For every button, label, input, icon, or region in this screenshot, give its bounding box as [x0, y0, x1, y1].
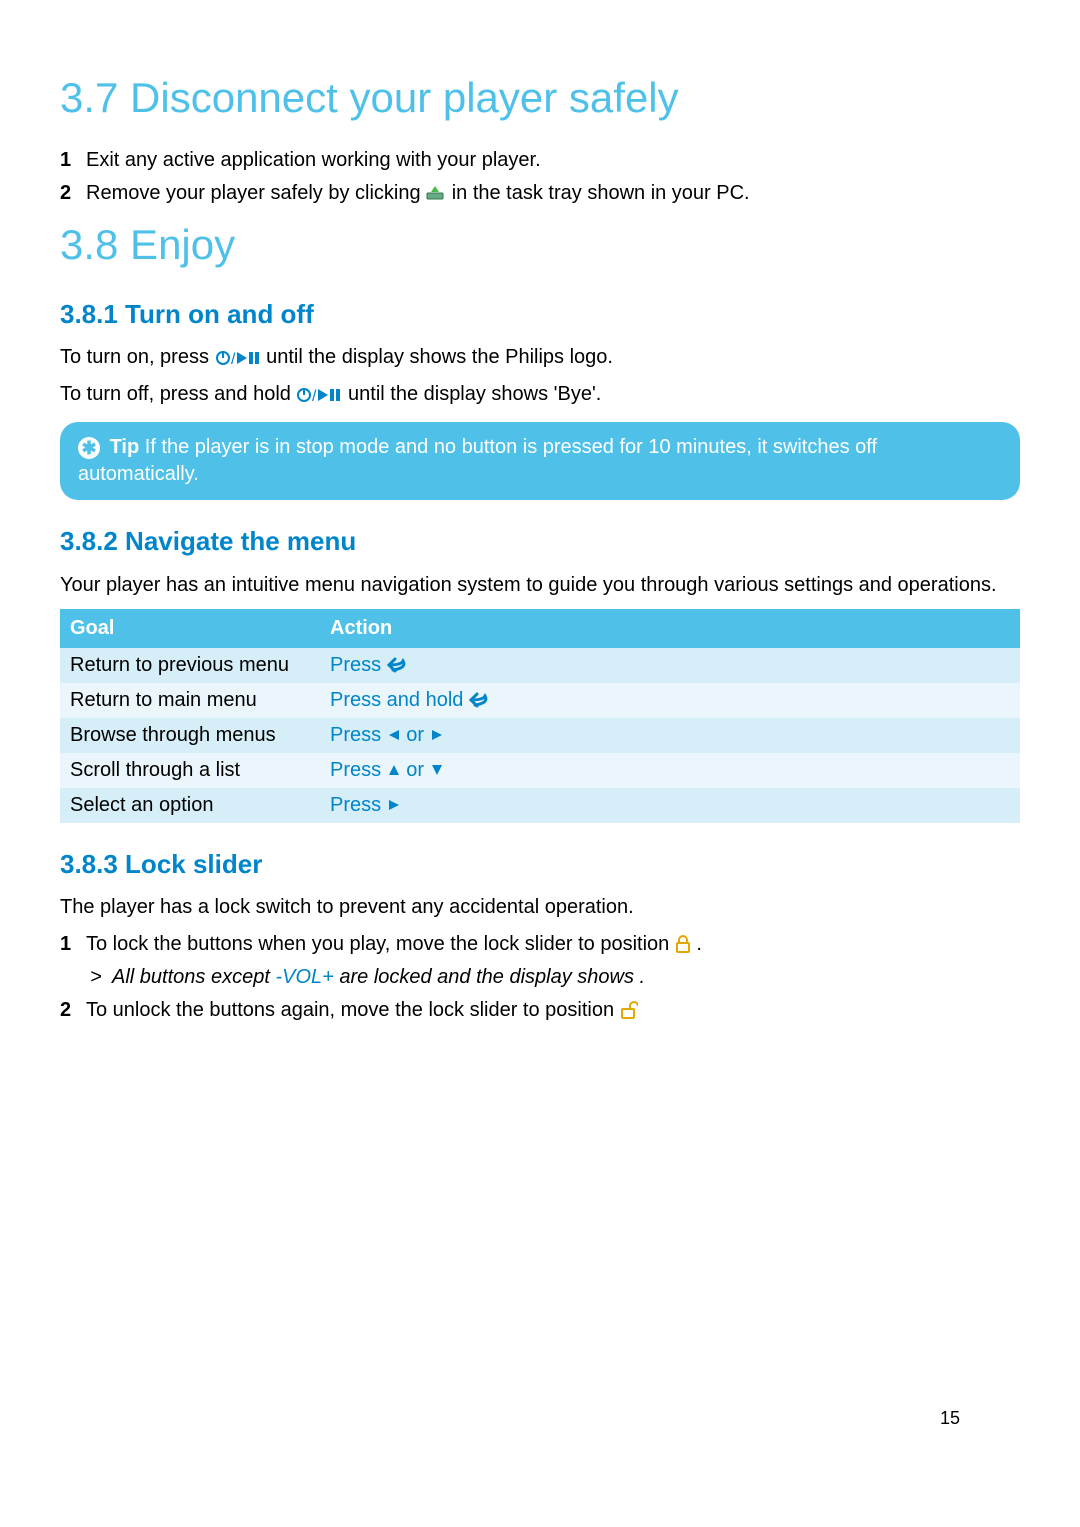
action-cell: Press and hold [320, 683, 1020, 718]
lock-closed-icon [675, 935, 691, 953]
remove-hardware-icon [426, 184, 446, 202]
item-text: Remove your player safely by clicking in… [86, 180, 1020, 207]
item-number: 1 [60, 147, 86, 174]
paragraph: Your player has an intuitive menu naviga… [60, 572, 1020, 599]
left-icon [387, 728, 401, 742]
section-3-8-3-heading: 3.8.3 Lock slider [60, 847, 1020, 882]
svg-text:/: / [312, 388, 317, 404]
navigation-table: Goal Action Return to previous menu Pres… [60, 609, 1020, 823]
result-note: > All buttons except -VOL+ are locked an… [90, 964, 1020, 991]
item-number: 2 [60, 180, 86, 207]
section-3-7-heading: 3.7 Disconnect your player safely [60, 70, 1020, 127]
tip-icon: ✱ [78, 437, 100, 459]
caret: > [90, 964, 112, 991]
goal-cell: Return to main menu [60, 683, 320, 718]
paragraph: The player has a lock switch to prevent … [60, 894, 1020, 921]
section-3-8-heading: 3.8 Enjoy [60, 217, 1020, 274]
list-item: 2 To unlock the buttons again, move the … [60, 997, 1020, 1024]
action-cell: Press or [320, 753, 1020, 788]
col-goal: Goal [60, 609, 320, 648]
down-icon [430, 763, 444, 777]
table-header-row: Goal Action [60, 609, 1020, 648]
svg-text:/: / [231, 351, 236, 367]
section-3-8-1-heading: 3.8.1 Turn on and off [60, 297, 1020, 332]
action-cell: Press [320, 648, 1020, 683]
table-row: Browse through menus Press or [60, 718, 1020, 753]
section-3-8-2-heading: 3.8.2 Navigate the menu [60, 524, 1020, 559]
lock-open-icon [620, 1001, 638, 1019]
item-text: Exit any active application working with… [86, 147, 1020, 174]
back-icon [387, 656, 409, 674]
goal-cell: Scroll through a list [60, 753, 320, 788]
action-cell: Press or [320, 718, 1020, 753]
tip-callout: ✱ Tip If the player is in stop mode and … [60, 422, 1020, 500]
list-item: 2 Remove your player safely by clicking … [60, 180, 1020, 207]
result-text: All buttons except -VOL+ are locked and … [112, 964, 645, 991]
tip-label: Tip [110, 436, 140, 458]
tip-text: If the player is in stop mode and no but… [78, 436, 877, 485]
goal-cell: Browse through menus [60, 718, 320, 753]
item-text: To lock the buttons when you play, move … [86, 931, 1020, 958]
back-icon [469, 691, 491, 709]
goal-cell: Select an option [60, 788, 320, 823]
page-number: 15 [940, 1406, 960, 1430]
power-play-icon: / [296, 386, 342, 404]
goal-cell: Return to previous menu [60, 648, 320, 683]
right-icon [387, 798, 401, 812]
item-text: To unlock the buttons again, move the lo… [86, 997, 1020, 1024]
action-cell: Press [320, 788, 1020, 823]
table-row: Scroll through a list Press or [60, 753, 1020, 788]
paragraph: To turn off, press and hold / until the … [60, 381, 1020, 408]
table-row: Select an option Press [60, 788, 1020, 823]
item-number: 2 [60, 997, 86, 1024]
power-play-icon: / [215, 349, 261, 367]
item-number: 1 [60, 931, 86, 958]
col-action: Action [320, 609, 1020, 648]
list-item: 1 To lock the buttons when you play, mov… [60, 931, 1020, 958]
table-row: Return to main menu Press and hold [60, 683, 1020, 718]
paragraph: To turn on, press / until the display sh… [60, 344, 1020, 371]
right-icon [430, 728, 444, 742]
list-item: 1 Exit any active application working wi… [60, 147, 1020, 174]
up-icon [387, 763, 401, 777]
table-row: Return to previous menu Press [60, 648, 1020, 683]
